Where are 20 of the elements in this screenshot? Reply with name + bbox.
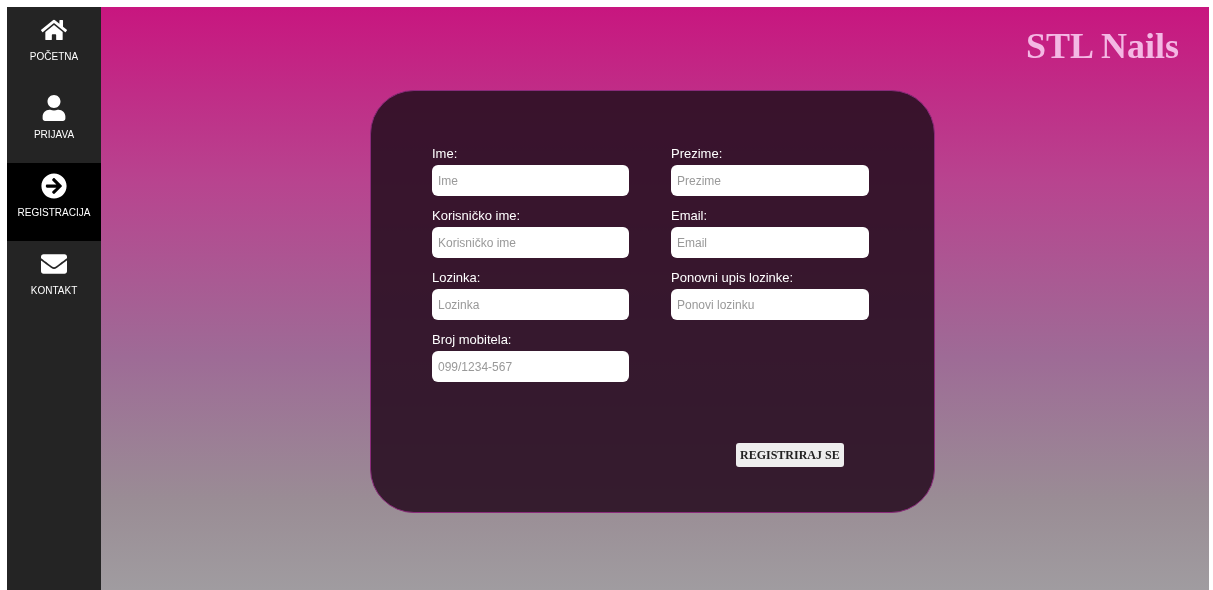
field-label: Korisničko ime:	[432, 208, 522, 224]
input-field[interactable]: Ime	[432, 165, 629, 196]
input-field[interactable]: Korisničko ime	[432, 227, 629, 258]
user-icon	[41, 95, 67, 121]
input-field[interactable]: Ponovi lozinku	[671, 289, 869, 320]
register-button[interactable]: REGISTRIRAJ SE	[736, 443, 844, 467]
envelope-icon	[41, 251, 67, 277]
field-label: Ponovni upis lozinke:	[671, 270, 795, 286]
input-field[interactable]: Lozinka	[432, 289, 629, 320]
field-label: Broj mobitela:	[432, 332, 513, 348]
home-icon	[41, 17, 67, 43]
input-field[interactable]: Email	[671, 227, 869, 258]
nav-item[interactable]: REGISTRACIJA	[7, 163, 101, 241]
input-field[interactable]: 099/1234-567	[432, 351, 629, 382]
field-label: Lozinka:	[432, 270, 482, 286]
input-field[interactable]: Prezime	[671, 165, 869, 196]
field-label: Ime:	[432, 146, 459, 162]
field-label: Prezime:	[671, 146, 724, 162]
logo: STL Nails	[1025, 25, 1179, 68]
field-label: Email:	[671, 208, 709, 224]
